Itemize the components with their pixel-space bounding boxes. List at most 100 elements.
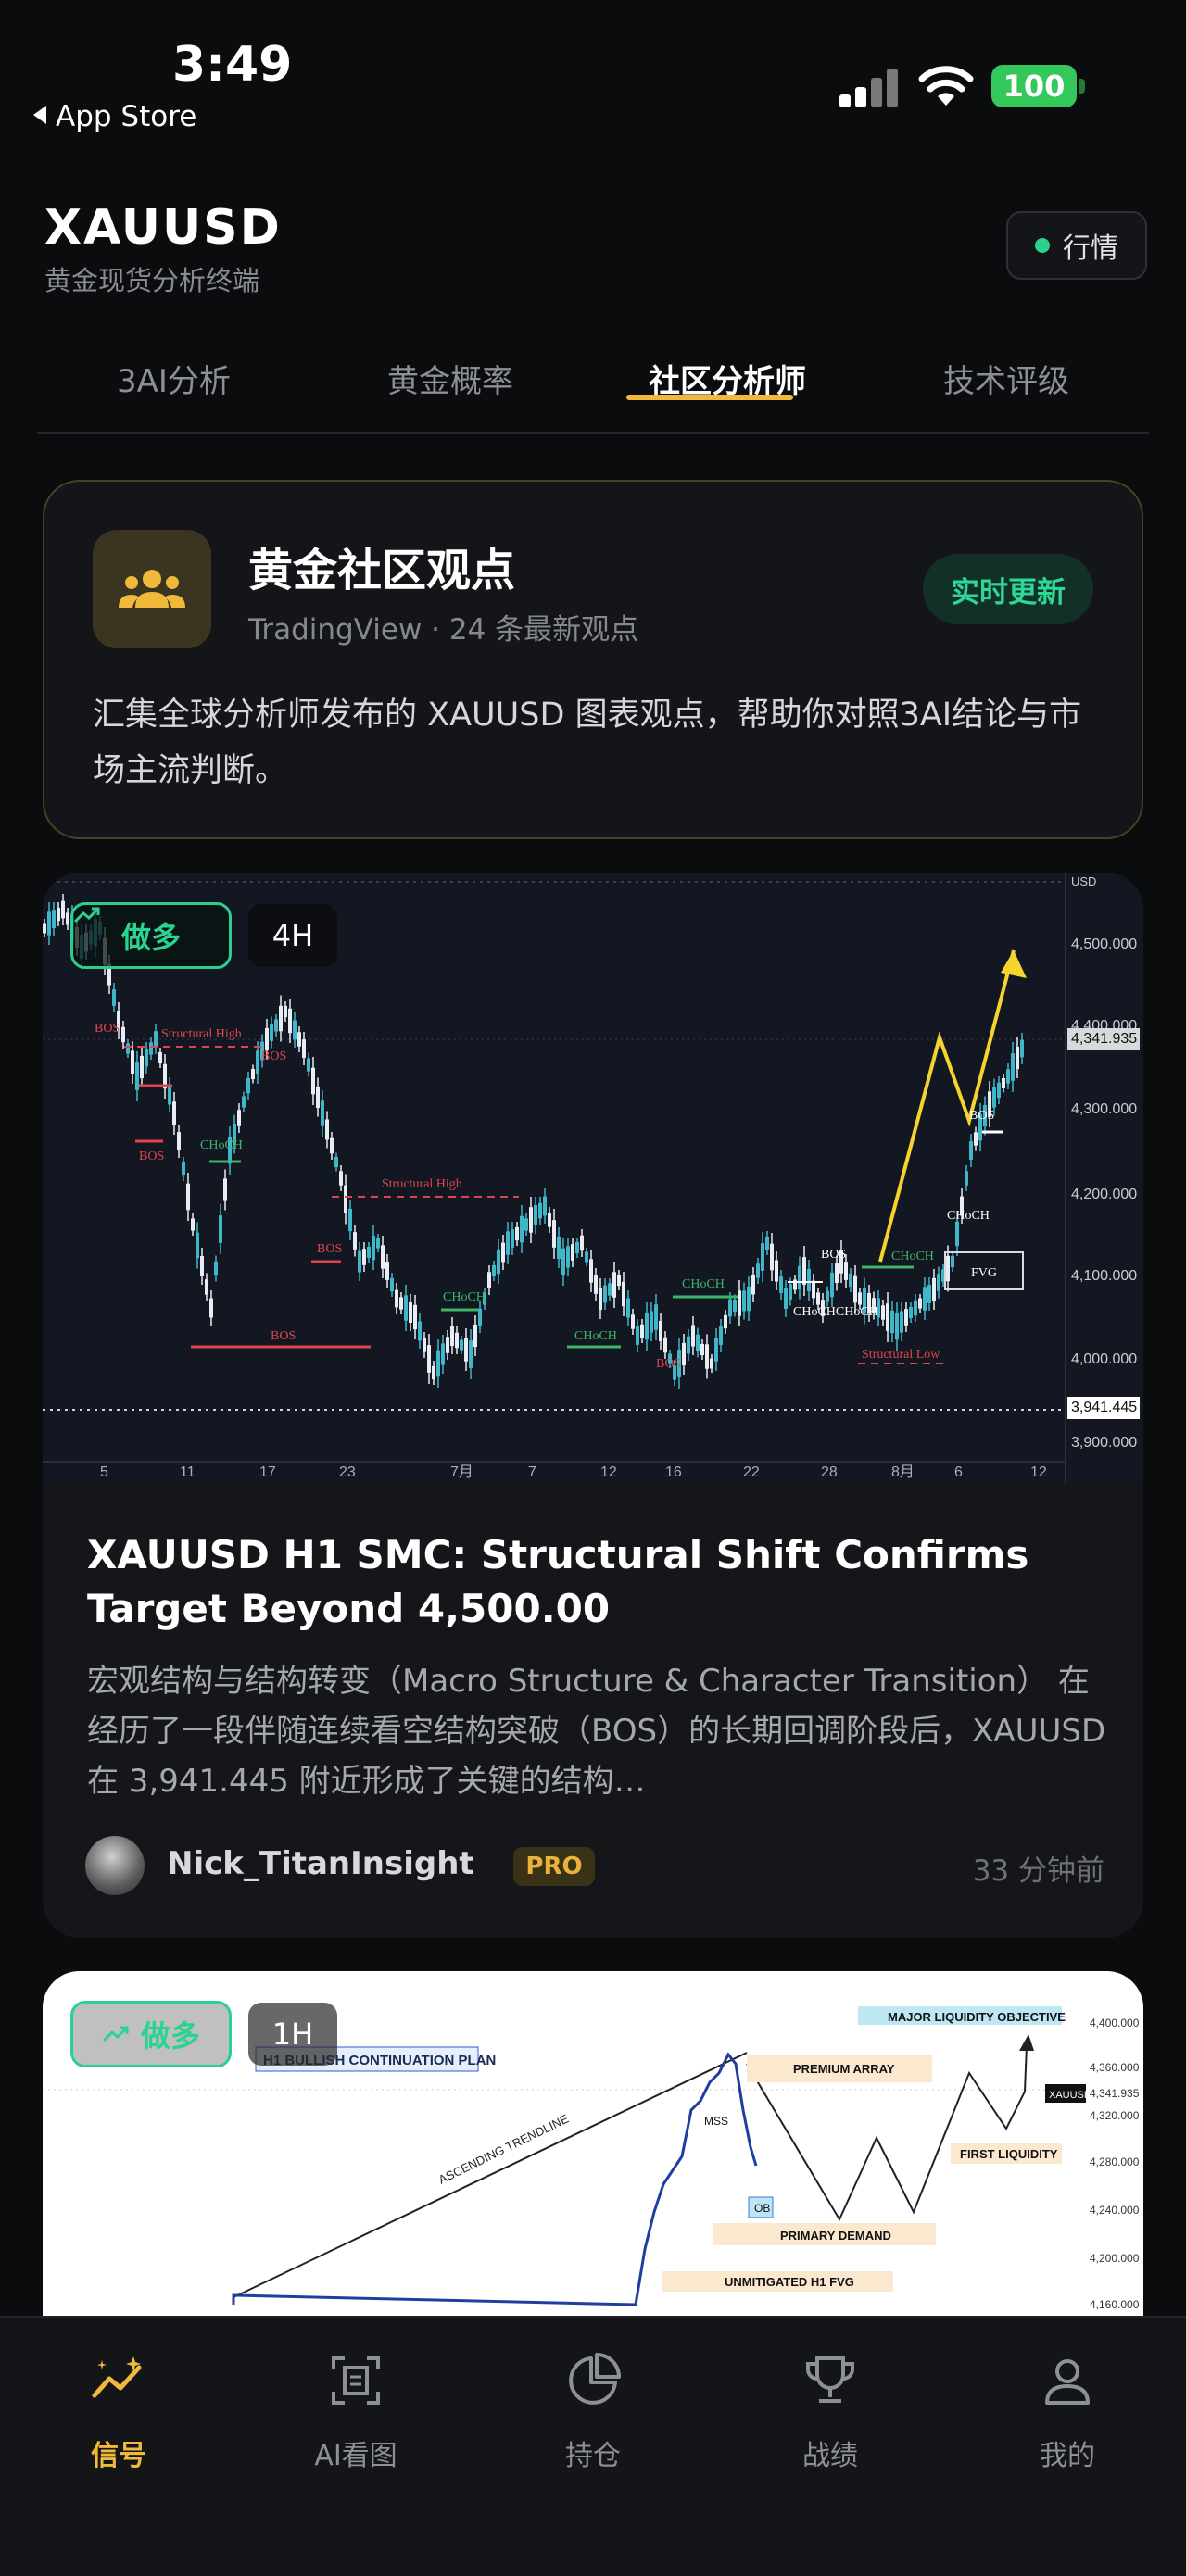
candle-body	[121, 1026, 125, 1043]
candle-body	[446, 1337, 449, 1353]
nav-performance[interactable]: 战绩	[756, 2351, 904, 2481]
x-tick-label: 7	[528, 1464, 536, 1480]
candle-body	[413, 1304, 417, 1330]
candle-body	[325, 1119, 329, 1140]
nav-signals[interactable]: 信号	[44, 2351, 193, 2481]
candle-body	[436, 1350, 440, 1377]
candle-body	[432, 1365, 435, 1380]
candle-body	[886, 1303, 890, 1331]
candle-body	[381, 1245, 385, 1269]
tab-3ai-analysis[interactable]: 3AI分析	[117, 356, 231, 401]
candle-body	[965, 1171, 968, 1186]
candle-body	[742, 1290, 746, 1312]
candle-body	[997, 1082, 1001, 1099]
candle-body	[895, 1313, 899, 1340]
community-icon	[93, 530, 211, 648]
chart-2-label-mss: MSS	[704, 2115, 728, 2128]
candle-body	[47, 911, 51, 936]
x-tick-label: 16	[665, 1464, 682, 1480]
candle-body	[603, 1285, 607, 1303]
nav-label: AI看图	[314, 2440, 397, 2472]
candle-body	[751, 1275, 755, 1295]
candle-body	[691, 1325, 695, 1347]
chart-2-symbol-tag: XAUUSD	[1049, 2090, 1091, 2101]
candle-body	[270, 1024, 273, 1041]
candle-body	[626, 1298, 630, 1318]
candle-body	[441, 1343, 445, 1365]
direction-badge-long: 做多	[70, 2001, 232, 2067]
chart-label-bos: BOS	[821, 1248, 846, 1262]
market-button[interactable]: 行情	[1006, 211, 1147, 280]
candle-body	[497, 1249, 500, 1275]
candle-body	[330, 1137, 334, 1154]
candle-body	[580, 1235, 584, 1251]
nav-ai-chart[interactable]: AI看图	[282, 2351, 430, 2481]
tab-gold-probability[interactable]: 黄金概率	[387, 356, 513, 401]
candle-body	[520, 1215, 524, 1243]
candle-body	[534, 1205, 537, 1225]
candle-body	[464, 1338, 468, 1362]
trend-up-icon	[102, 2026, 129, 2042]
chart-label-choch: CHoCH	[443, 1290, 486, 1304]
author-name[interactable]: Nick_TitanInsight	[167, 1845, 474, 1882]
post-headline[interactable]: XAUUSD H1 SMC: Structural Shift Confirms…	[87, 1528, 1106, 1636]
x-tick-label: 17	[259, 1464, 276, 1480]
battery-indicator: 100	[991, 65, 1085, 107]
direction-badge-long: 做多	[70, 902, 232, 969]
trend-up-icon	[73, 907, 100, 924]
candle-body	[57, 907, 60, 922]
candle-body	[826, 1290, 829, 1302]
y-tick-label: 4,200.000	[1090, 2252, 1140, 2265]
active-tab-indicator	[626, 395, 793, 400]
candle-body	[714, 1338, 718, 1362]
nav-positions[interactable]: 持仓	[519, 2351, 667, 2481]
x-tick-label: 23	[339, 1464, 356, 1480]
candle-body	[835, 1263, 839, 1283]
candle-body	[904, 1309, 908, 1326]
candle-body	[585, 1251, 588, 1263]
candle-body	[733, 1299, 737, 1313]
candle-body	[682, 1342, 686, 1366]
candle-body	[43, 923, 46, 934]
chart-label-bos: BOS	[656, 1357, 681, 1371]
candle-body	[849, 1273, 852, 1288]
analyst-post-card[interactable]: BOS Structural High BOS BOS Structural H…	[43, 873, 1143, 1938]
x-tick-label: 6	[954, 1464, 963, 1480]
author-avatar[interactable]	[85, 1836, 145, 1895]
x-tick-label: 11	[180, 1464, 196, 1480]
candle-body	[172, 1101, 176, 1125]
live-dot-icon	[1035, 238, 1050, 253]
candle-body	[460, 1339, 463, 1351]
y-tick-label: 4,500.000	[1071, 936, 1137, 952]
y-tick-label: 4,000.000	[1071, 1351, 1137, 1367]
candle-body	[955, 1221, 959, 1247]
tab-technical-rating[interactable]: 技术评级	[943, 356, 1069, 401]
candle-body	[487, 1272, 491, 1288]
candle-body	[529, 1207, 533, 1233]
back-to-app-link[interactable]: App Store	[33, 100, 196, 133]
candle-body	[909, 1306, 913, 1319]
chart-2-label-premium: PREMIUM ARRAY	[793, 2062, 895, 2076]
chart-label-choch: CHoCH	[682, 1277, 725, 1291]
timeframe-badge: 1H	[248, 2003, 337, 2066]
y-tick-label: 4,360.000	[1090, 2061, 1140, 2074]
candle-body	[738, 1290, 741, 1316]
candle-body	[186, 1183, 190, 1211]
candle-body	[608, 1283, 612, 1296]
candle-body	[223, 1178, 227, 1201]
candle-body	[946, 1255, 950, 1282]
candle-body	[177, 1132, 181, 1150]
candle-body	[696, 1334, 700, 1351]
candle-body	[631, 1314, 635, 1329]
candle-body	[700, 1343, 704, 1356]
candle-body	[339, 1171, 343, 1186]
candle-body	[765, 1236, 769, 1250]
y-axis-currency: USD	[1071, 874, 1096, 888]
market-button-label: 行情	[1063, 232, 1118, 265]
chart-label-choch: CHoCH	[574, 1329, 617, 1343]
x-tick-label: 12	[1030, 1464, 1047, 1480]
nav-profile[interactable]: 我的	[993, 2351, 1142, 2481]
candle-body	[747, 1286, 751, 1312]
candle-body	[900, 1311, 903, 1333]
candle-body	[724, 1314, 727, 1329]
